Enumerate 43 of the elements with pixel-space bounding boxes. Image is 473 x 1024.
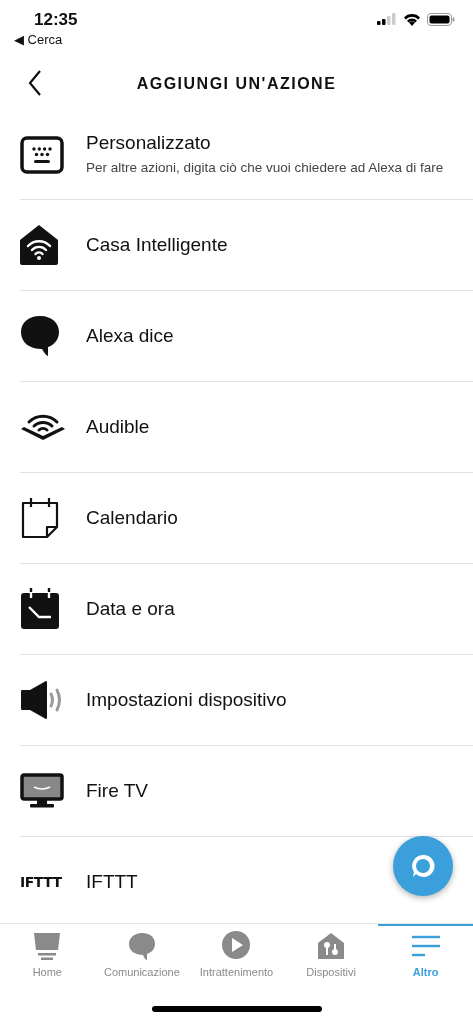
action-item[interactable]: Data e ora	[20, 564, 473, 655]
tab-bar-item[interactable]: Dispositivi	[283, 924, 379, 992]
tab-bar-item[interactable]: Home	[0, 924, 95, 992]
action-label: IFTTT	[86, 871, 138, 893]
action-label: Audible	[86, 416, 150, 438]
tab-bar-item[interactable]: Comunicazione	[94, 924, 190, 992]
smart-home-icon	[20, 225, 58, 265]
home-icon	[33, 932, 62, 960]
action-item[interactable]: Impostazioni dispositivo	[20, 655, 473, 746]
action-item[interactable]: Alexa dice	[20, 291, 473, 382]
action-label: Data e ora	[86, 598, 175, 620]
calendar-icon	[20, 588, 60, 630]
action-label: Fire TV	[86, 780, 148, 802]
action-label: Personalizzato	[86, 131, 212, 154]
alexa-button[interactable]	[393, 836, 453, 896]
page-title: AGGIUNGI UN'AZIONE	[136, 75, 337, 93]
action-item[interactable]: Audible	[20, 382, 473, 473]
play-icon	[221, 930, 252, 960]
devices-icon	[317, 932, 346, 960]
keyboard-icon	[20, 135, 64, 174]
wifi-icon	[403, 12, 421, 26]
signal-icon	[377, 13, 397, 25]
action-label: Casa Intelligente	[86, 234, 228, 256]
action-label: Alexa dice	[86, 325, 174, 347]
speech-bubble-icon	[127, 932, 156, 960]
speech-bubble-icon	[20, 315, 60, 357]
action-label: Impostazioni dispositivo	[86, 689, 287, 711]
audible-icon	[20, 413, 66, 441]
action-description: Per altre azioni, digita ciò che vuoi chiedere ad Alexa di fare	[86, 158, 444, 177]
back-button[interactable]	[28, 70, 42, 96]
action-item[interactable]: Personalizzato Per altre azioni, digita ciò che vuoi chiedere ad Alexa di fare	[20, 110, 473, 200]
battery-icon	[427, 12, 455, 26]
action-item[interactable]: Calendario	[20, 473, 473, 564]
action-item[interactable]: Casa Intelligente	[20, 200, 473, 291]
alexa-ring-icon	[410, 853, 436, 879]
status-time: 12:35	[34, 10, 78, 30]
tv-icon	[20, 773, 64, 809]
action-item[interactable]: Fire TV	[20, 746, 473, 837]
action-label: Calendario	[86, 507, 178, 529]
tab-bar-item[interactable]: Intrattenimento	[189, 924, 284, 992]
back-to-app-link[interactable]: ◀ Cerca	[14, 32, 78, 47]
calendar-icon	[20, 497, 60, 539]
ifttt-logo: IFTTT	[20, 874, 62, 890]
